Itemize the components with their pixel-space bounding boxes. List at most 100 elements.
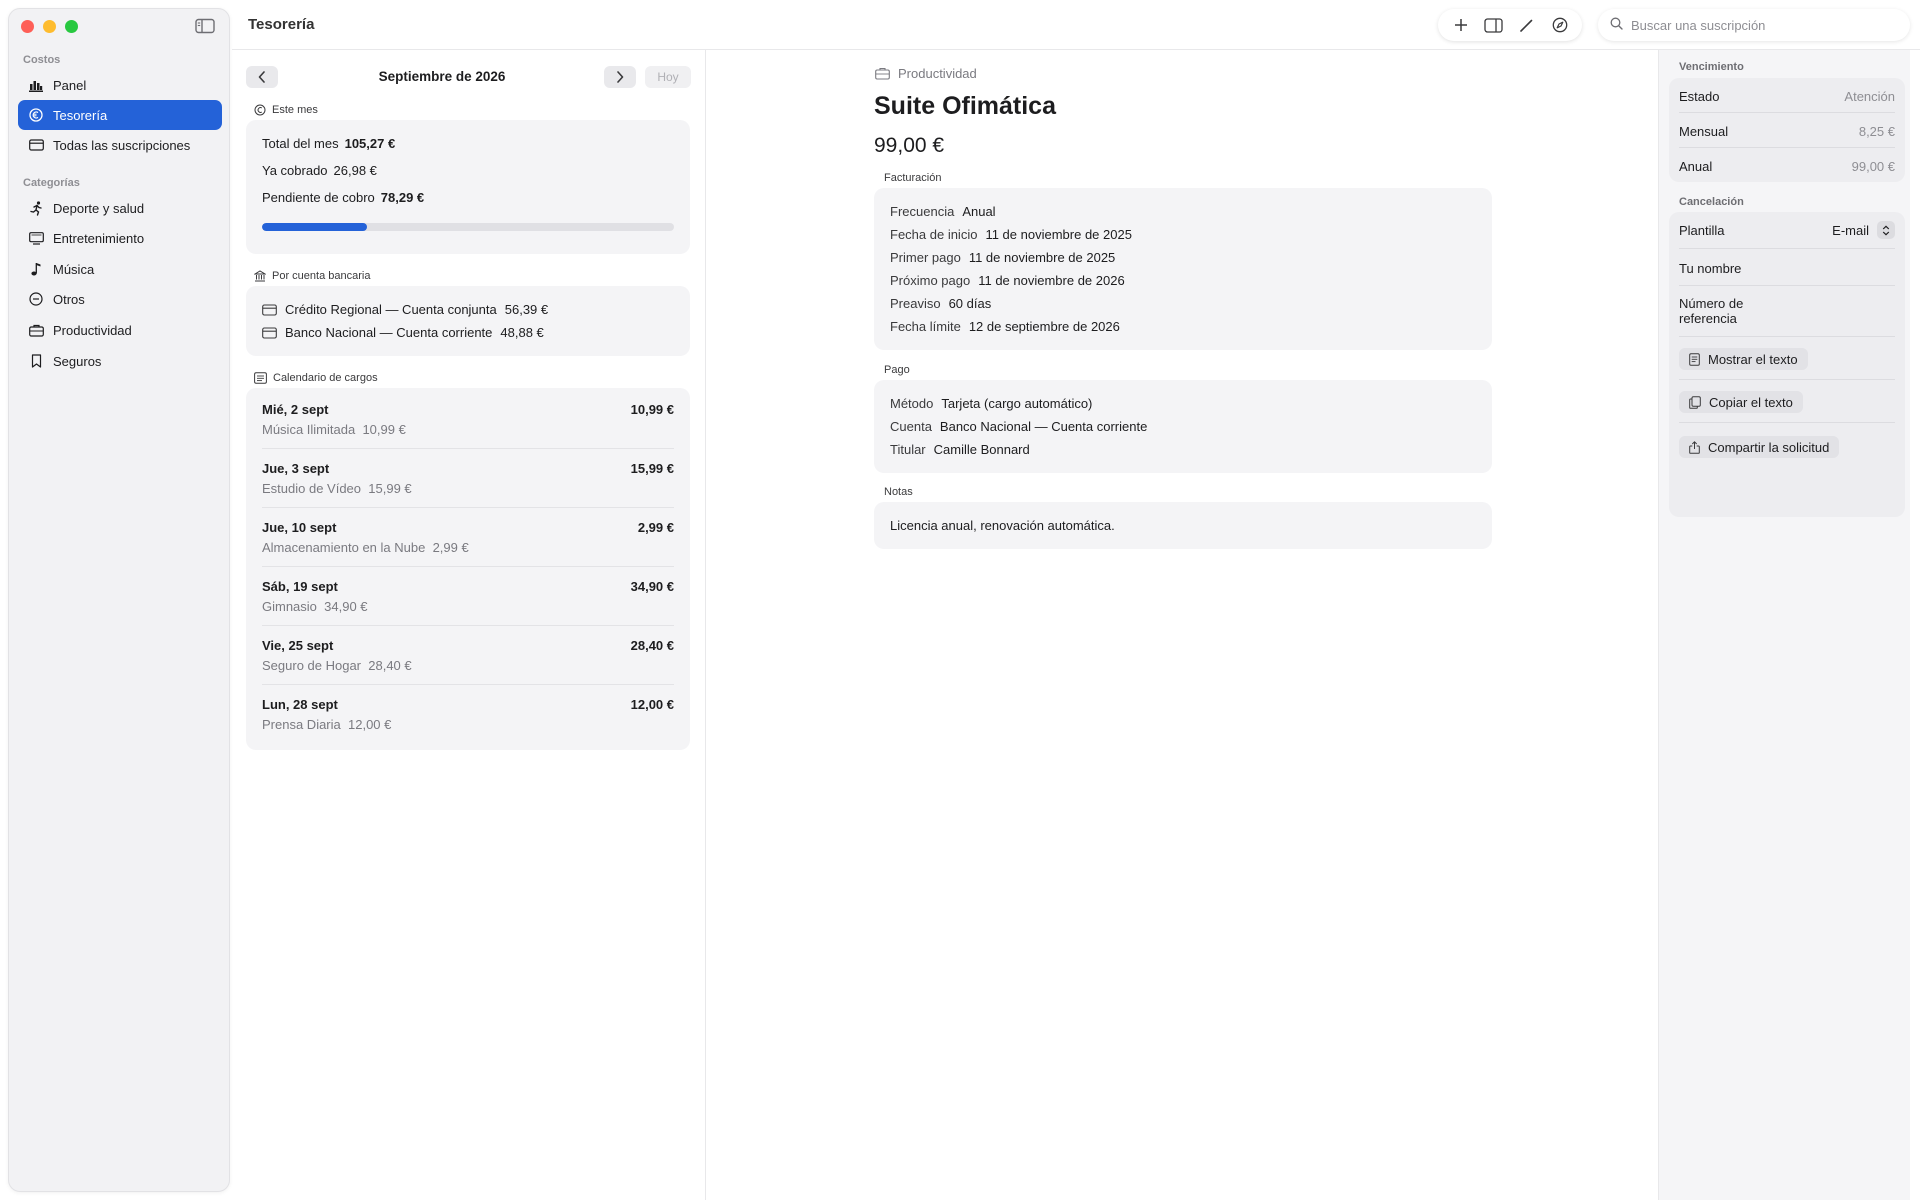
calendar-label: Calendario de cargos — [273, 372, 378, 384]
payment-value: Banco Nacional — Cuenta corriente — [939, 419, 1148, 434]
sidebar-item-label: Panel — [53, 77, 87, 93]
annual-value: 99,00 € — [1851, 159, 1895, 174]
status-label: Estado — [1679, 89, 1720, 104]
sidebar-item-panel[interactable]: Panel — [18, 70, 222, 100]
card-icon — [28, 137, 44, 153]
search-input[interactable] — [1631, 17, 1891, 33]
total-row: Total del mes 105,27 € — [262, 136, 395, 151]
annual-label: Anual — [1679, 159, 1713, 174]
show-text-button[interactable]: Mostrar el texto — [1679, 348, 1808, 370]
next-month-button[interactable] — [604, 66, 636, 88]
your-name-row[interactable]: Tu nombre — [1679, 249, 1895, 286]
copy-text-button[interactable]: Copiar el texto — [1679, 391, 1803, 413]
charge-name: Seguro de Hogar — [262, 658, 362, 673]
charge-name: Gimnasio — [262, 599, 317, 614]
charge-date: Jue, 10 sept — [262, 520, 337, 535]
this-month-card: Total del mes 105,27 € Ya cobrado 26,98 € … — [246, 120, 690, 254]
billing-row: Frecuencia Anual — [890, 204, 996, 219]
sidebar-item-label: Todas las suscripciones — [53, 137, 191, 153]
billing-key: Primer pago — [890, 250, 961, 265]
sidebar-item-label: Productividad — [53, 322, 132, 338]
charge-amount: 28,40 € — [630, 638, 674, 653]
payment-key: Titular — [890, 442, 926, 457]
payment-row: Método Tarjeta (cargo automático) — [890, 396, 1092, 411]
payment-value: Tarjeta (cargo automático) — [941, 396, 1093, 411]
add-icon[interactable] — [1447, 11, 1475, 39]
today-button[interactable]: Hoy — [645, 66, 691, 88]
sidebar-item-label: Tesorería — [53, 107, 108, 123]
calendar-row[interactable]: Sáb, 19 sept 34,90 € Gimnasio 34,90 € — [262, 568, 674, 626]
monthly-label: Mensual — [1679, 124, 1729, 139]
payment-row: Titular Camille Bonnard — [890, 442, 1030, 457]
search-icon — [1610, 17, 1623, 33]
calendar-header: Calendario de cargos — [254, 372, 378, 384]
billing-row: Primer pago 11 de noviembre de 2025 — [890, 250, 1115, 265]
billing-section-label: Facturación — [884, 172, 942, 184]
inspector-panel: Vencimiento Estado Atención Mensual 8,25 €… — [1658, 50, 1910, 1200]
expiry-card: Estado Atención Mensual 8,25 € Anual 99,00 … — [1669, 78, 1905, 182]
billing-key: Frecuencia — [890, 204, 955, 219]
sidebar-item-label: Otros — [53, 291, 85, 307]
sidebar-item-seguros[interactable]: Seguros — [18, 346, 222, 376]
compass-icon[interactable] — [1546, 11, 1574, 39]
zoom-window-button[interactable] — [65, 20, 78, 33]
charge-subtitle: Gimnasio 34,90 € — [262, 599, 368, 614]
charge-date: Sáb, 19 sept — [262, 579, 338, 594]
template-select[interactable]: E-mail — [1832, 221, 1895, 239]
calendar-row[interactable]: Jue, 10 sept 2,99 € Almacenamiento en la N… — [262, 509, 674, 567]
billing-card: Frecuencia Anual Fecha de inicio 11 de nov… — [874, 188, 1492, 350]
search-field[interactable] — [1598, 9, 1910, 41]
inspector-toggle-icon[interactable] — [1480, 11, 1508, 39]
charge-amount: 2,99 € — [637, 520, 674, 535]
calendar-row[interactable]: Jue, 3 sept 15,99 € Estudio de Vídeo 15,99… — [262, 450, 674, 508]
collected-label: Ya cobrado — [262, 163, 328, 178]
progress-fill — [262, 223, 368, 231]
chart-bar-icon — [28, 77, 44, 93]
minus-circle-icon — [28, 291, 44, 307]
minimize-window-button[interactable] — [43, 20, 56, 33]
payment-row: Cuenta Banco Nacional — Cuenta corriente — [890, 419, 1147, 434]
sidebar-item-productividad[interactable]: Productividad — [18, 315, 222, 345]
account-name: Crédito Regional — Cuenta conjunta — [285, 302, 497, 317]
sidebar-item-deporte[interactable]: Deporte y salud — [18, 193, 222, 223]
sidebar-item-label: Seguros — [53, 353, 102, 369]
template-value: E-mail — [1832, 222, 1869, 238]
by-account-header: Por cuenta bancaria — [254, 270, 370, 282]
sidebar-item-label: Deporte y salud — [53, 200, 145, 216]
payment-value: Camille Bonnard — [933, 442, 1030, 457]
payment-key: Método — [890, 396, 934, 411]
sidebar-item-musica[interactable]: Música — [18, 254, 222, 284]
charge-sub-amount: 15,99 € — [368, 481, 412, 496]
month-title: Septiembre de 2026 — [378, 69, 506, 84]
billing-row: Fecha límite 12 de septiembre de 2026 — [890, 319, 1120, 334]
sidebar-section-costs: Costos — [23, 54, 61, 66]
cancellation-section-label: Cancelación — [1679, 196, 1744, 208]
reference-row[interactable]: Número de referencia — [1679, 286, 1895, 337]
total-label: Total del mes — [262, 136, 339, 151]
close-window-button[interactable] — [21, 20, 34, 33]
billing-row: Próximo pago 11 de noviembre de 2026 — [890, 273, 1125, 288]
account-amount: 56,39 € — [504, 302, 549, 317]
charge-date: Lun, 28 sept — [262, 697, 338, 712]
calendar-row[interactable]: Vie, 25 sept 28,40 € Seguro de Hogar 28,40… — [262, 627, 674, 685]
billing-value: 11 de noviembre de 2025 — [968, 250, 1116, 265]
share-request-button[interactable]: Compartir la solicitud — [1679, 436, 1840, 458]
by-account-card: Crédito Regional — Cuenta conjunta 56,39… — [246, 286, 690, 356]
charge-date: Vie, 25 sept — [262, 638, 334, 653]
charge-subtitle: Almacenamiento en la Nube 2,99 € — [262, 540, 469, 555]
expiry-section-label: Vencimiento — [1679, 61, 1744, 73]
charge-name: Estudio de Vídeo — [262, 481, 362, 496]
calendar-row[interactable]: Mié, 2 sept 10,99 € Música Ilimitada 10,99… — [262, 391, 674, 449]
sidebar-item-entretenimiento[interactable]: Entretenimiento — [18, 223, 222, 253]
euro-circle-icon — [254, 104, 266, 116]
euro-circle-icon — [28, 107, 44, 123]
sidebar-item-tesoreria[interactable]: Tesorería — [18, 100, 222, 130]
calendar-row[interactable]: Lun, 28 sept 12,00 € Prensa Diaria 12,00 € — [262, 686, 674, 744]
sidebar-item-otros[interactable]: Otros — [18, 284, 222, 314]
billing-key: Próximo pago — [890, 273, 971, 288]
show-text-row: Mostrar el texto — [1679, 337, 1895, 380]
sidebar-item-all-subscriptions[interactable]: Todas las suscripciones — [18, 130, 222, 160]
edit-pencil-icon[interactable] — [1513, 11, 1541, 39]
sidebar-toggle-icon[interactable] — [195, 18, 217, 34]
card-icon — [262, 303, 277, 316]
